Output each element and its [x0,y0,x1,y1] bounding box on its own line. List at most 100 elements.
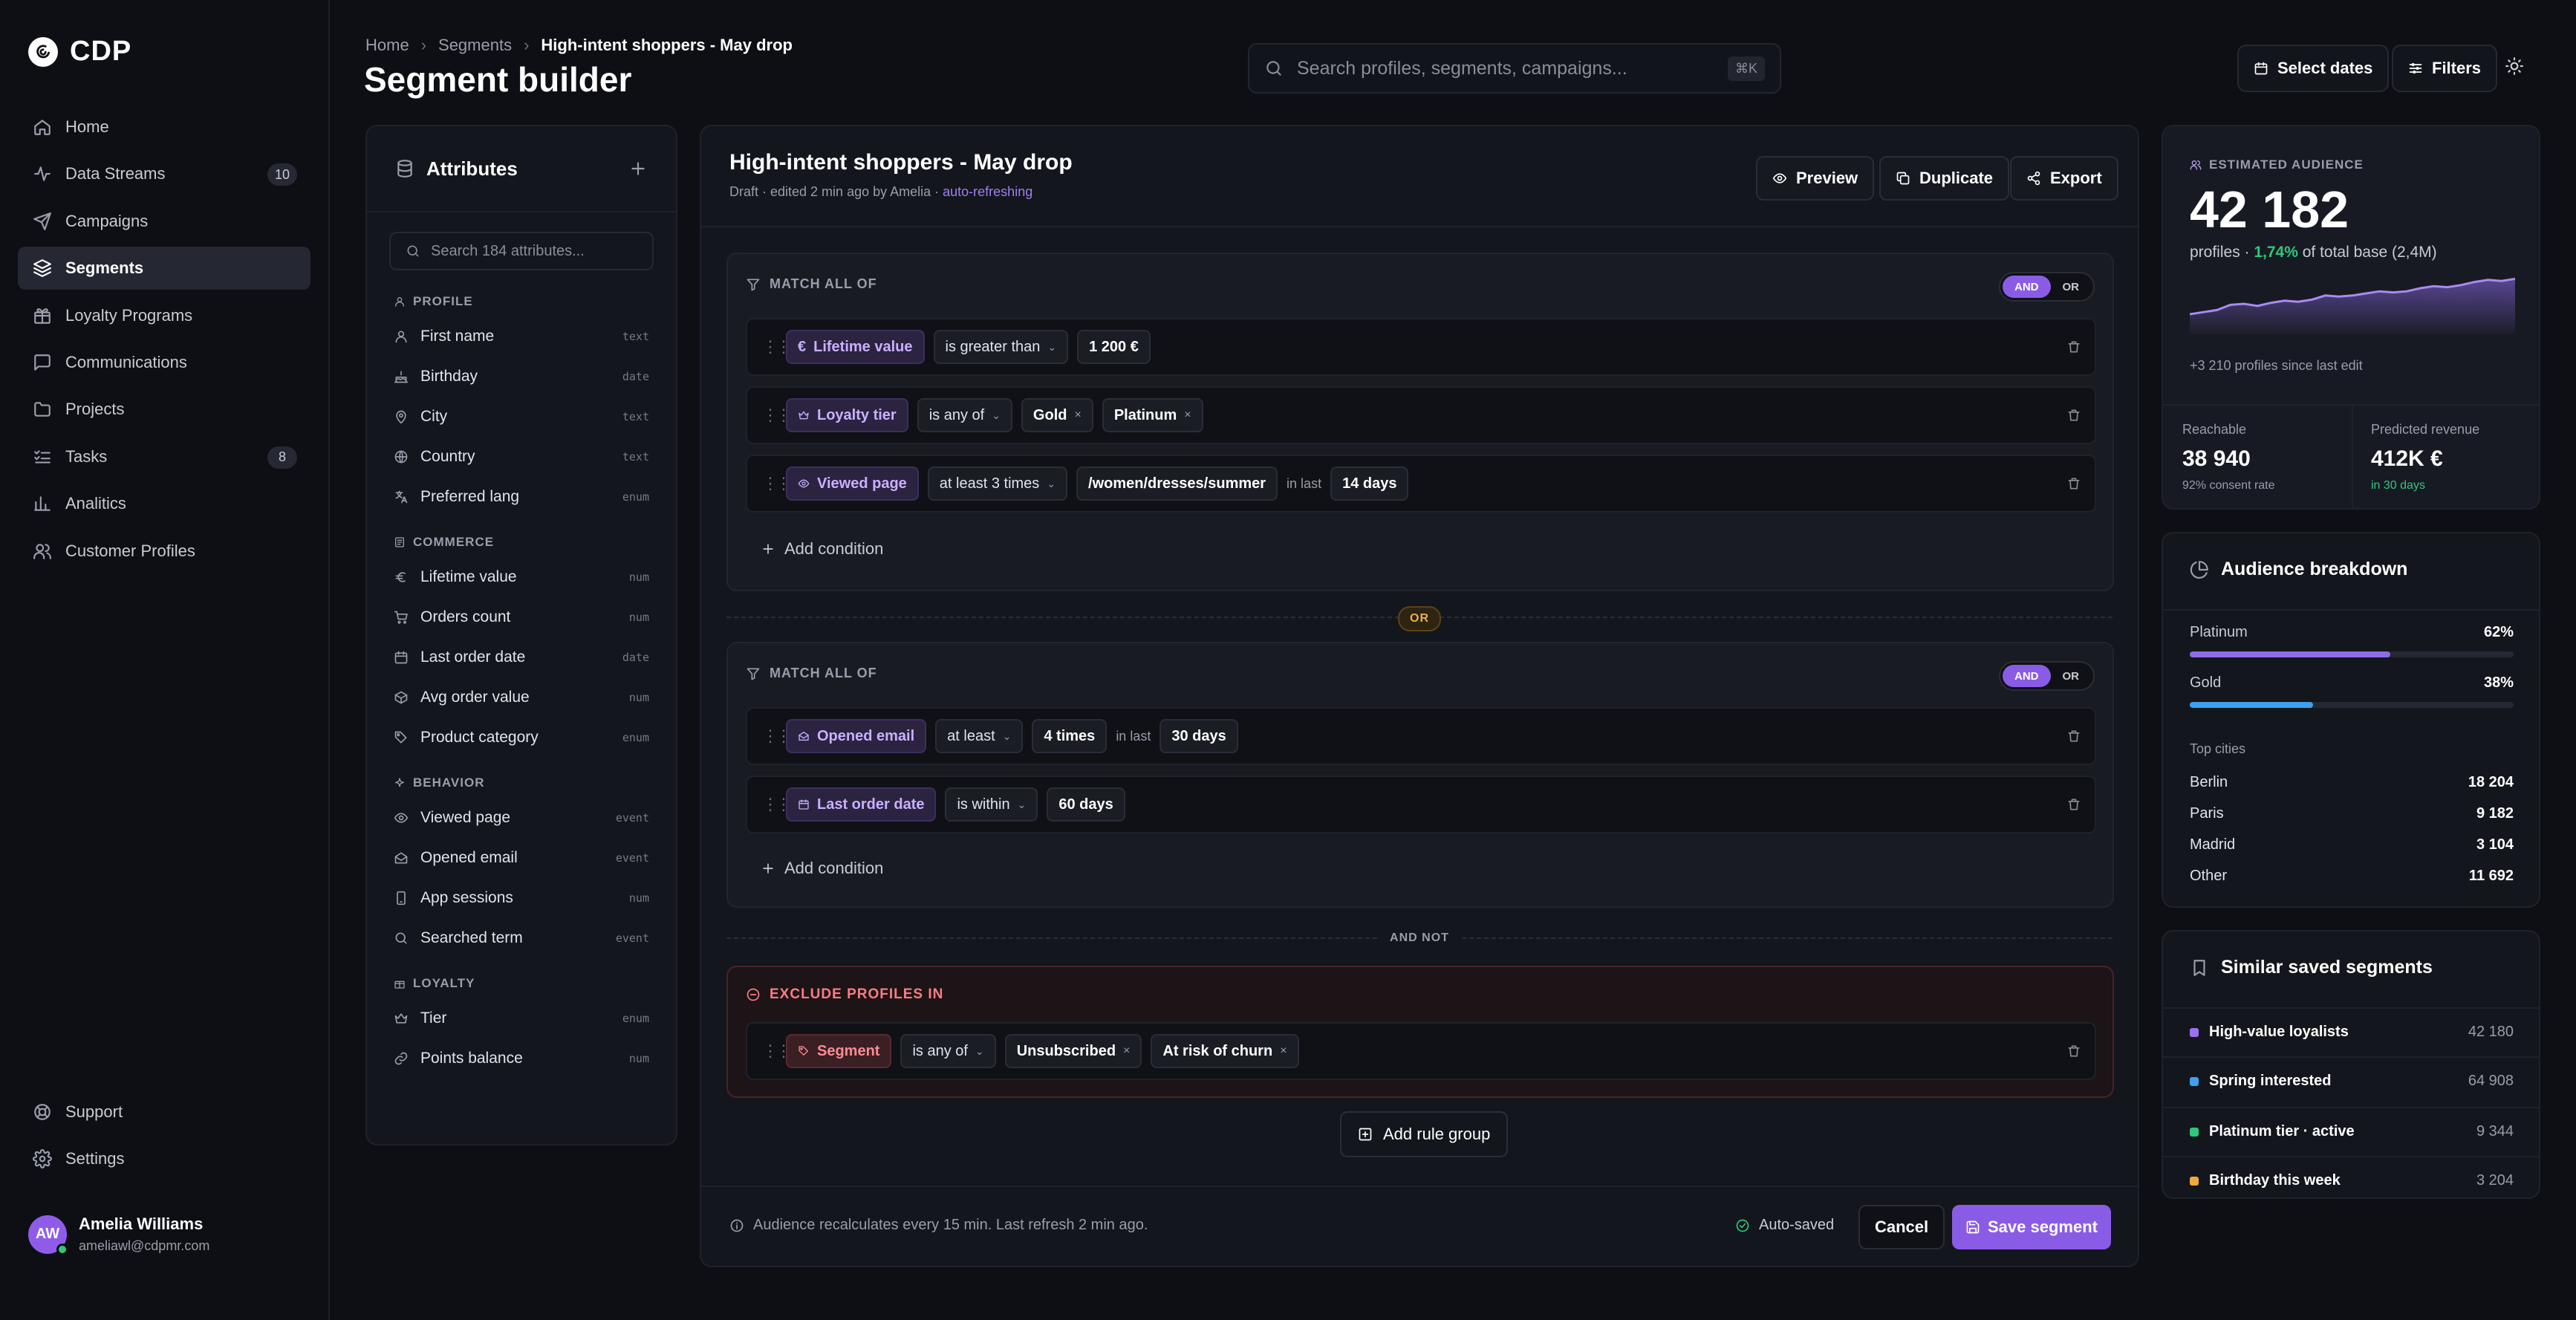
trash-icon[interactable] [2066,1044,2081,1059]
condition-operator[interactable]: is within ⌄ [945,787,1038,822]
toggle-or[interactable]: OR [2051,276,2092,298]
drag-handle-icon[interactable]: ⋮⋮ [762,1041,792,1061]
nav-item-settings[interactable]: Settings [18,1137,310,1180]
nav-item-data-streams[interactable]: Data Streams 10 [18,152,310,195]
drag-handle-icon[interactable]: ⋮⋮ [762,474,792,493]
attribute-item[interactable]: Product category enum [367,718,676,758]
attribute-search-input[interactable] [431,242,637,260]
attribute-item[interactable]: Points balance num [367,1038,676,1079]
attribute-search[interactable] [389,232,654,270]
and-or-toggle[interactable]: AND OR [1999,272,2095,302]
nav-item-segments[interactable]: Segments [18,247,310,290]
nav-item-support[interactable]: Support [18,1090,310,1134]
trash-icon[interactable] [2066,797,2081,812]
attribute-item[interactable]: Searched term event [367,918,676,958]
drag-handle-icon[interactable]: ⋮⋮ [762,726,792,746]
similar-segment-item[interactable]: High-value loyalists 42 180 [2190,1024,2514,1041]
add-condition-button[interactable]: Add condition [761,859,883,878]
condition-window[interactable]: 30 days [1159,719,1238,753]
trash-icon[interactable] [2066,339,2081,354]
attribute-item[interactable]: Viewed page event [367,798,676,838]
attribute-item[interactable]: Country text [367,437,676,477]
condition-value[interactable]: 1 200 € [1077,330,1151,364]
attribute-item[interactable]: Birthday date [367,357,676,397]
auto-refresh-link[interactable]: auto-refreshing [943,184,1032,199]
condition-operator[interactable]: at least 3 times ⌄ [927,466,1068,501]
condition-operator[interactable]: at least ⌄ [935,719,1024,753]
condition-attribute[interactable]: Viewed page [786,466,919,501]
and-or-toggle[interactable]: AND OR [1999,661,2095,691]
condition-value-tag[interactable]: Unsubscribed × [1004,1034,1142,1068]
attribute-item[interactable]: City text [367,397,676,437]
similar-segment-item[interactable]: Platinum tier · active 9 344 [2190,1123,2514,1140]
nav-item-communications[interactable]: Communications [18,341,310,384]
save-segment-button[interactable]: Save segment [1952,1205,2111,1249]
attribute-item[interactable]: App sessions num [367,878,676,918]
preview-button[interactable]: Preview [1756,156,1875,201]
attribute-item[interactable]: Tier enum [367,998,676,1038]
segment-name[interactable]: High-intent shoppers - May drop [729,150,1073,175]
search-input[interactable] [1297,57,1714,79]
condition-operator[interactable]: is any of ⌄ [900,1034,996,1068]
remove-icon[interactable]: × [1280,1044,1287,1058]
breadcrumb-segments[interactable]: Segments [438,36,512,55]
condition-attribute[interactable]: € Lifetime value [786,330,925,364]
add-rule-group-button[interactable]: Add rule group [1340,1111,1509,1157]
remove-icon[interactable]: × [1074,409,1081,422]
condition-value[interactable]: 60 days [1047,787,1125,822]
attribute-item[interactable]: Avg order value num [367,677,676,718]
nav-item-analitics[interactable]: Analitics [18,482,310,525]
condition-attribute[interactable]: Segment [786,1034,892,1068]
nav-item-projects[interactable]: Projects [18,388,310,431]
nav-item-campaigns[interactable]: Campaigns [18,200,310,243]
condition-operator[interactable]: is any of ⌄ [917,398,1012,432]
or-connector[interactable]: OR [1398,606,1441,631]
condition-value-tag[interactable]: At risk of churn × [1151,1034,1299,1068]
user-profile[interactable]: AW Amelia Williams ameliawl@cdpmr.com [28,1215,209,1255]
condition-value[interactable]: 4 times [1032,719,1108,753]
condition-attribute[interactable]: Opened email [786,719,927,753]
nav-item-tasks[interactable]: Tasks 8 [18,435,310,478]
drag-handle-icon[interactable]: ⋮⋮ [762,406,792,425]
nav-item-customer-profiles[interactable]: Customer Profiles [18,530,310,573]
breadcrumb-home[interactable]: Home [365,36,409,55]
select-dates-button[interactable]: Select dates [2237,45,2390,92]
similar-segment-item[interactable]: Spring interested 64 908 [2190,1073,2514,1090]
condition-attribute[interactable]: Last order date [786,787,937,822]
similar-segment-item[interactable]: Birthday this week 3 204 [2190,1172,2514,1189]
toggle-and[interactable]: AND [2003,276,2051,298]
condition-value-tag[interactable]: Platinum × [1102,398,1203,432]
attribute-item[interactable]: Lifetime value num [367,557,676,597]
attribute-item[interactable]: Preferred lang enum [367,477,676,517]
nav-item-home[interactable]: Home [18,105,310,149]
duplicate-button[interactable]: Duplicate [1879,156,2010,201]
add-condition-button[interactable]: Add condition [761,539,883,559]
drag-handle-icon[interactable]: ⋮⋮ [762,337,792,357]
toggle-or[interactable]: OR [2051,665,2092,687]
attribute-item[interactable]: Opened email event [367,838,676,878]
remove-icon[interactable]: × [1123,1044,1130,1058]
nav-item-loyalty-programs[interactable]: Loyalty Programs [18,294,310,337]
remove-icon[interactable]: × [1184,409,1191,422]
and-not-connector[interactable]: AND NOT [1379,927,1460,949]
attribute-item[interactable]: Orders count num [367,597,676,637]
attribute-item[interactable]: First name text [367,316,676,357]
toggle-and[interactable]: AND [2003,665,2051,687]
brand-logo[interactable]: CDP [28,36,131,68]
plus-icon[interactable] [628,159,648,178]
trash-icon[interactable] [2066,408,2081,423]
export-button[interactable]: Export [2010,156,2118,201]
filters-button[interactable]: Filters [2392,45,2498,92]
theme-toggle[interactable] [2505,56,2524,76]
attribute-item[interactable]: Last order date date [367,637,676,677]
condition-value[interactable]: /women/dresses/summer [1076,466,1278,501]
condition-attribute[interactable]: Loyalty tier [786,398,908,432]
condition-value-tag[interactable]: Gold × [1021,398,1093,432]
drag-handle-icon[interactable]: ⋮⋮ [762,795,792,814]
condition-operator[interactable]: is greater than ⌄ [933,330,1069,364]
global-search[interactable]: ⌘K [1248,43,1781,94]
trash-icon[interactable] [2066,476,2081,491]
trash-icon[interactable] [2066,729,2081,744]
condition-window[interactable]: 14 days [1330,466,1409,501]
cancel-button[interactable]: Cancel [1858,1205,1945,1249]
